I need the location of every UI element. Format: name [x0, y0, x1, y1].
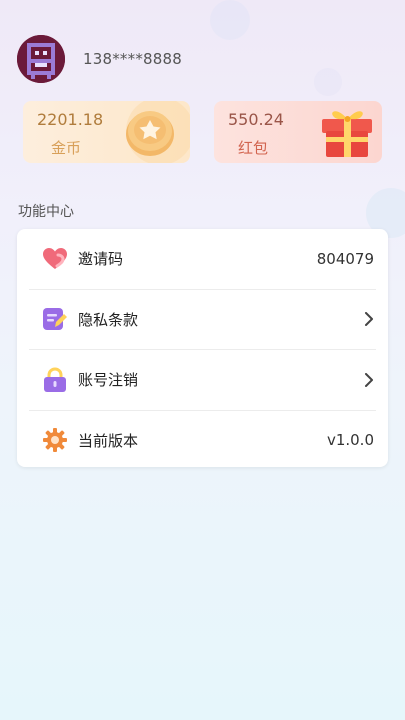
redpacket-value: 550.24 [228, 110, 284, 129]
menu-item-current-version[interactable]: 当前版本 v1.0.0 [29, 411, 376, 471]
menu-item-label: 账号注销 [78, 371, 139, 390]
menu-item-privacy-policy[interactable]: 隐私条款 [29, 290, 376, 350]
menu-item-label: 隐私条款 [78, 310, 139, 329]
decorative-bubble [210, 0, 250, 40]
invite-code-value: 804079 [316, 249, 374, 268]
profile-header: 138****8888 [17, 35, 182, 83]
coins-card[interactable]: 2201.18 金币 [23, 101, 190, 163]
coins-label: 金币 [51, 139, 82, 157]
version-value: v1.0.0 [326, 431, 374, 450]
gear-icon [42, 427, 68, 453]
gift-box-icon [322, 111, 372, 157]
menu-item-label: 当前版本 [78, 431, 139, 450]
feature-menu: 邀请码 804079 隐私条款 账号注销 当前版本 v1.0.0 [17, 229, 388, 467]
decorative-bubble [314, 68, 342, 96]
lock-icon [42, 367, 68, 393]
avatar[interactable] [17, 35, 65, 83]
coins-value: 2201.18 [37, 110, 104, 129]
section-title: 功能中心 [18, 204, 74, 220]
menu-item-delete-account[interactable]: 账号注销 [29, 350, 376, 411]
menu-item-invite-code[interactable]: 邀请码 804079 [29, 229, 376, 290]
redpacket-card[interactable]: 550.24 红包 [214, 101, 382, 163]
menu-item-label: 邀请码 [78, 250, 124, 269]
document-edit-icon [42, 306, 68, 332]
coin-icon [126, 101, 190, 163]
heart-icon [42, 246, 68, 272]
chevron-right-icon [364, 372, 374, 387]
redpacket-label: 红包 [238, 139, 269, 157]
pixel-avatar-icon [17, 35, 65, 83]
chevron-right-icon [364, 312, 374, 327]
phone-number: 138****8888 [83, 50, 183, 68]
